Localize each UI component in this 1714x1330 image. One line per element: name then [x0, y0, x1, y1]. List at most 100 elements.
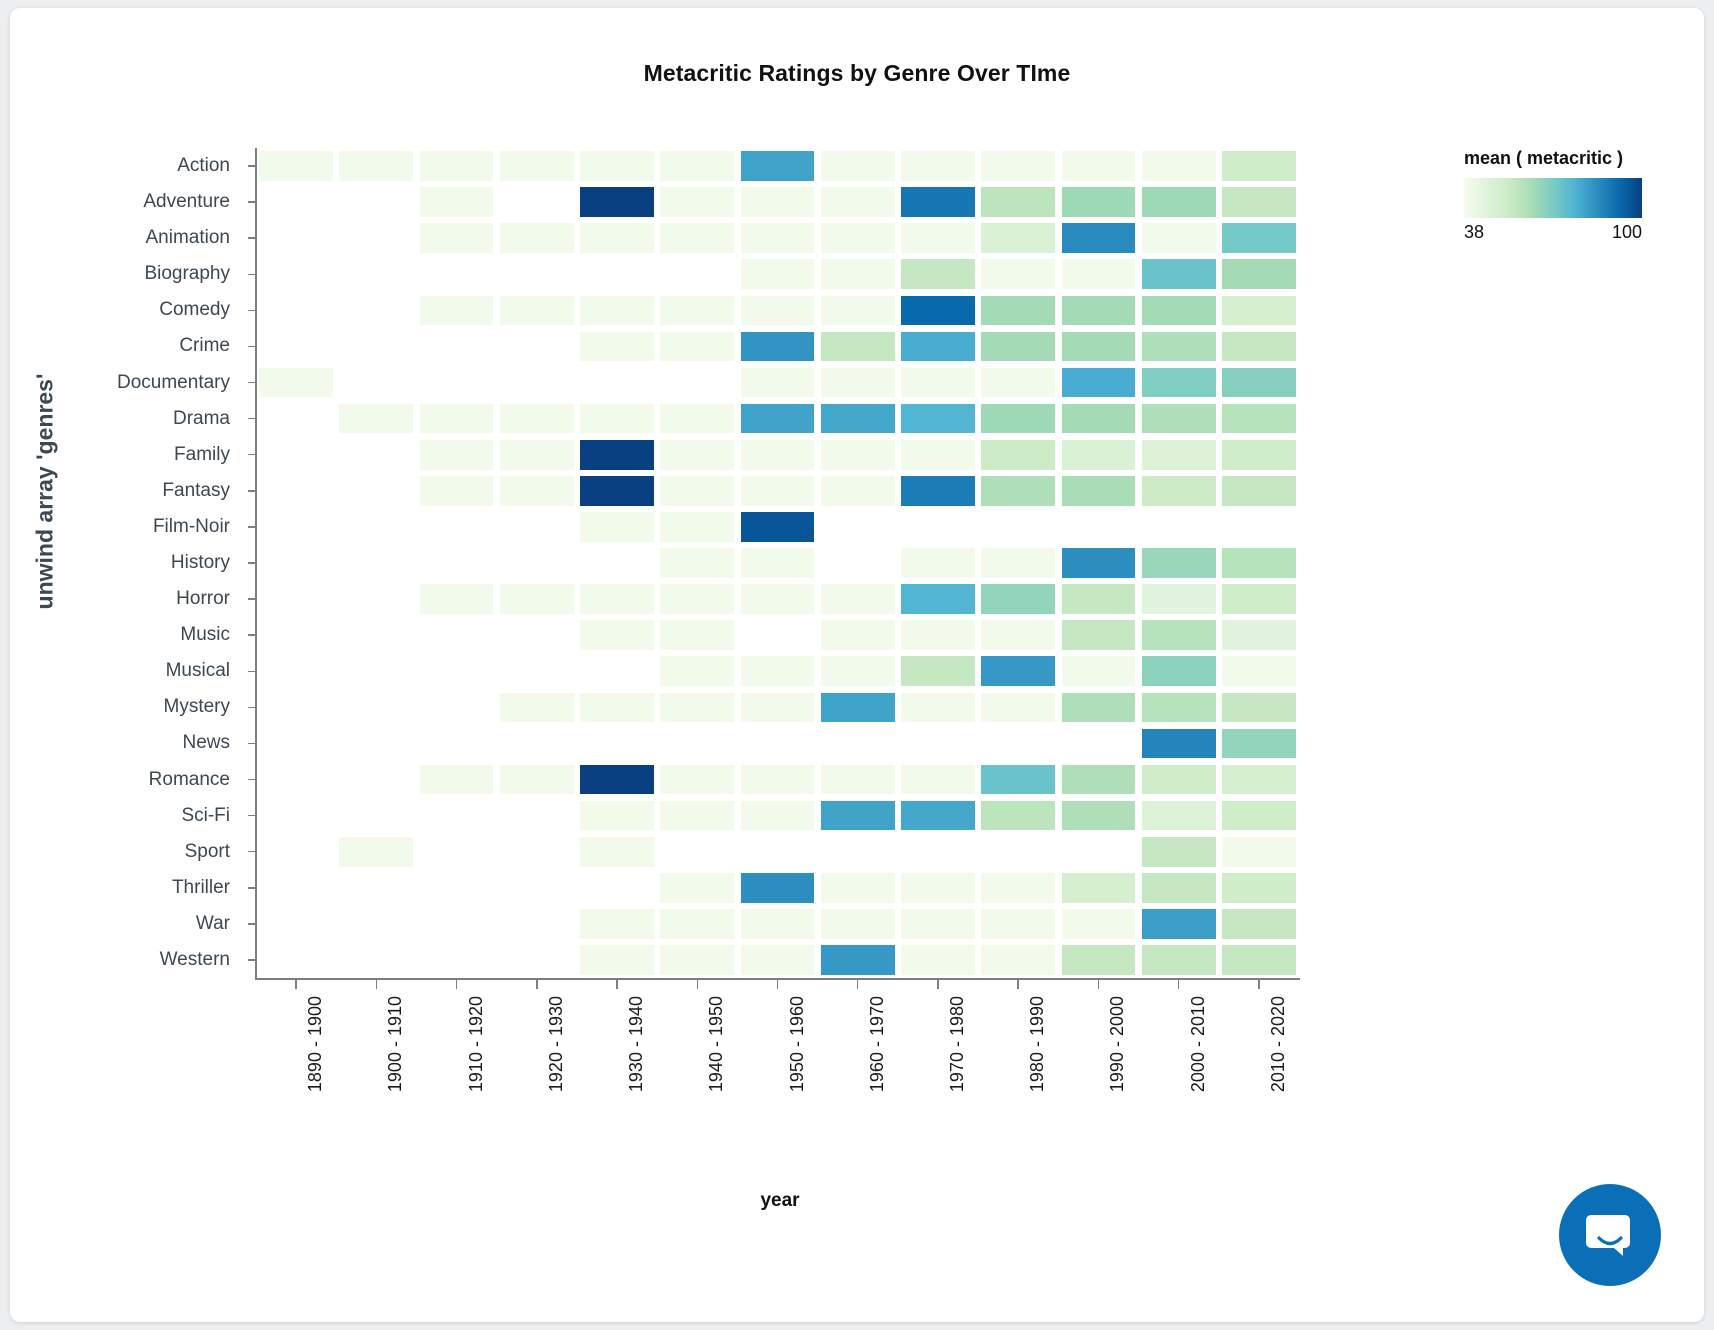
heatmap-cell[interactable] [1061, 331, 1136, 362]
heatmap-cell[interactable] [660, 909, 735, 939]
heatmap-cell[interactable] [1141, 151, 1216, 181]
heatmap-cell[interactable] [901, 223, 975, 254]
heatmap-cell[interactable] [580, 223, 654, 254]
heatmap-cell[interactable] [740, 331, 815, 362]
heatmap-cell[interactable] [580, 151, 654, 181]
heatmap-cell[interactable] [580, 187, 654, 217]
heatmap-cell[interactable] [1141, 187, 1216, 217]
heatmap-cell[interactable] [820, 331, 895, 362]
heatmap-cell[interactable] [419, 475, 494, 506]
heatmap-cell[interactable] [981, 548, 1056, 578]
heatmap-cell[interactable] [580, 475, 654, 506]
heatmap-cell[interactable] [499, 439, 574, 470]
heatmap-cell[interactable] [419, 223, 494, 254]
heatmap-cell[interactable] [499, 764, 574, 795]
heatmap-cell[interactable] [1141, 584, 1216, 614]
heatmap-cell[interactable] [901, 475, 975, 506]
heatmap-cell[interactable] [1061, 872, 1136, 903]
heatmap-cell[interactable] [740, 367, 815, 398]
heatmap-cell[interactable] [981, 872, 1056, 903]
heatmap-cell[interactable] [660, 223, 735, 254]
heatmap-cell[interactable] [901, 584, 975, 614]
heatmap-cell[interactable] [820, 403, 895, 434]
heatmap-cell[interactable] [981, 909, 1056, 939]
heatmap-cell[interactable] [981, 692, 1056, 723]
heatmap-cell[interactable] [981, 259, 1056, 290]
heatmap-cell[interactable] [981, 187, 1056, 217]
heatmap-cell[interactable] [419, 295, 494, 326]
heatmap-cell[interactable] [981, 367, 1056, 398]
heatmap-cell[interactable] [1141, 295, 1216, 326]
heatmap-cell[interactable] [1221, 692, 1296, 723]
heatmap-cell[interactable] [339, 151, 414, 181]
heatmap-cell[interactable] [580, 403, 654, 434]
heatmap-cell[interactable] [901, 259, 975, 290]
heatmap-cell[interactable] [981, 945, 1056, 975]
heatmap-cell[interactable] [740, 475, 815, 506]
heatmap-cell[interactable] [660, 945, 735, 975]
heatmap-plot-area[interactable] [256, 148, 1299, 978]
heatmap-cell[interactable] [820, 692, 895, 723]
heatmap-cell[interactable] [1141, 223, 1216, 254]
heatmap-cell[interactable] [660, 692, 735, 723]
heatmap-cell[interactable] [820, 475, 895, 506]
heatmap-cell[interactable] [660, 295, 735, 326]
heatmap-cell[interactable] [660, 764, 735, 795]
heatmap-cell[interactable] [820, 259, 895, 290]
heatmap-cell[interactable] [901, 909, 975, 939]
heatmap-cell[interactable] [740, 909, 815, 939]
heatmap-cell[interactable] [981, 223, 1056, 254]
heatmap-cell[interactable] [981, 151, 1056, 181]
heatmap-cell[interactable] [1221, 548, 1296, 578]
heatmap-cell[interactable] [1141, 620, 1216, 650]
heatmap-cell[interactable] [1061, 656, 1136, 687]
heatmap-cell[interactable] [1061, 295, 1136, 326]
heatmap-cell[interactable] [981, 800, 1056, 831]
heatmap-cell[interactable] [981, 764, 1056, 795]
heatmap-cell[interactable] [1061, 187, 1136, 217]
heatmap-cell[interactable] [820, 909, 895, 939]
heatmap-cell[interactable] [981, 439, 1056, 470]
heatmap-cell[interactable] [660, 584, 735, 614]
heatmap-cell[interactable] [1221, 909, 1296, 939]
heatmap-cell[interactable] [1061, 584, 1136, 614]
heatmap-cell[interactable] [1221, 584, 1296, 614]
heatmap-cell[interactable] [820, 872, 895, 903]
heatmap-cell[interactable] [901, 331, 975, 362]
heatmap-cell[interactable] [580, 295, 654, 326]
heatmap-cell[interactable] [740, 584, 815, 614]
heatmap-cell[interactable] [1141, 945, 1216, 975]
heatmap-cell[interactable] [1061, 403, 1136, 434]
heatmap-cell[interactable] [740, 439, 815, 470]
heatmap-cell[interactable] [1061, 151, 1136, 181]
heatmap-cell[interactable] [1221, 764, 1296, 795]
heatmap-cell[interactable] [740, 512, 815, 542]
heatmap-cell[interactable] [981, 620, 1056, 650]
heatmap-cell[interactable] [1221, 151, 1296, 181]
heatmap-cell[interactable] [1061, 259, 1136, 290]
heatmap-cell[interactable] [499, 295, 574, 326]
heatmap-cell[interactable] [1221, 475, 1296, 506]
heatmap-cell[interactable] [1061, 223, 1136, 254]
heatmap-cell[interactable] [419, 403, 494, 434]
heatmap-cell[interactable] [820, 764, 895, 795]
heatmap-cell[interactable] [1141, 909, 1216, 939]
heatmap-cell[interactable] [1221, 331, 1296, 362]
heatmap-cell[interactable] [580, 945, 654, 975]
heatmap-cell[interactable] [1141, 836, 1216, 867]
heatmap-cell[interactable] [660, 331, 735, 362]
heatmap-cell[interactable] [1221, 945, 1296, 975]
heatmap-cell[interactable] [660, 872, 735, 903]
heatmap-cell[interactable] [981, 475, 1056, 506]
heatmap-cell[interactable] [820, 584, 895, 614]
heatmap-cell[interactable] [660, 475, 735, 506]
heatmap-cell[interactable] [259, 151, 334, 181]
heatmap-cell[interactable] [499, 151, 574, 181]
chat-launcher-button[interactable] [1559, 1184, 1661, 1286]
heatmap-cell[interactable] [580, 439, 654, 470]
heatmap-cell[interactable] [820, 656, 895, 687]
heatmap-cell[interactable] [1141, 403, 1216, 434]
heatmap-cell[interactable] [901, 187, 975, 217]
heatmap-cell[interactable] [901, 620, 975, 650]
heatmap-cell[interactable] [1141, 259, 1216, 290]
